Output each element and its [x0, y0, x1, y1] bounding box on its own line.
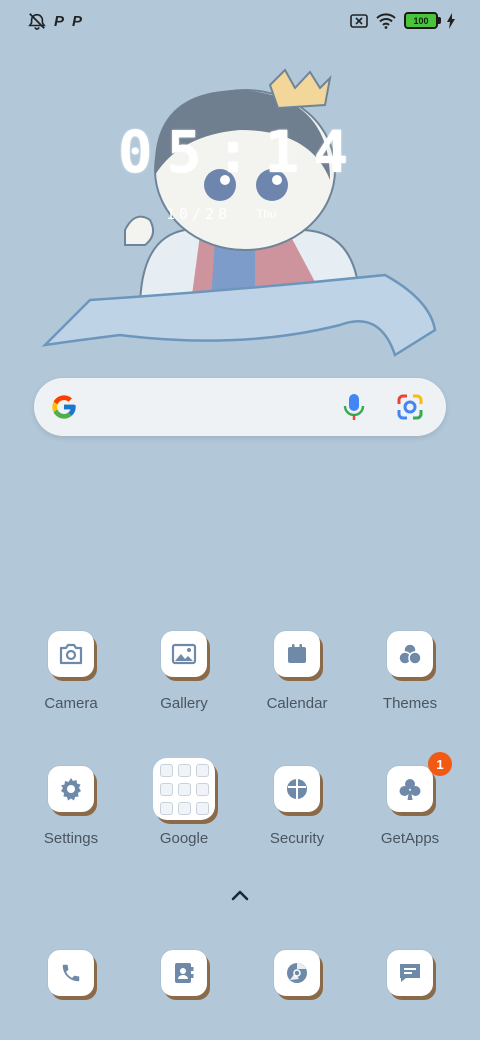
dock-phone[interactable] [21, 950, 121, 996]
browser-icon [287, 963, 307, 983]
app-label: Themes [382, 695, 438, 712]
clock-date: 10/28 [166, 205, 232, 223]
microphone-icon[interactable] [340, 392, 368, 422]
themes-tile[interactable] [387, 631, 433, 677]
folder-icon[interactable] [153, 758, 215, 820]
alarm-off-icon [28, 13, 46, 30]
phone-icon [62, 964, 80, 982]
google-logo-icon [52, 395, 76, 419]
app-label: Calendar [266, 695, 328, 712]
browser-tile[interactable] [274, 950, 320, 996]
shield-icon [287, 779, 307, 799]
messages-icon [400, 964, 420, 982]
contacts-icon [175, 963, 194, 983]
folder-app-icon [160, 801, 173, 815]
getapps-tile[interactable] [387, 766, 433, 812]
google-lens-icon[interactable] [396, 393, 424, 421]
folder-app-icon [178, 782, 191, 796]
folder-app-icon [196, 763, 209, 777]
google-search-bar[interactable] [34, 378, 446, 436]
folder-app-icon [160, 763, 173, 777]
app-settings[interactable]: Settings [21, 766, 121, 847]
status-left: P P [28, 12, 82, 30]
app-security[interactable]: Security [247, 766, 347, 847]
battery-indicator: 100 [404, 12, 441, 29]
clock-time[interactable]: 05:14 [0, 118, 480, 186]
dock-contacts[interactable] [134, 950, 234, 996]
folder-app-icon [196, 782, 209, 796]
app-camera[interactable]: Camera [21, 631, 121, 712]
app-gallery[interactable]: Gallery [134, 631, 234, 712]
gallery-icon [171, 643, 197, 665]
app-label: Settings [43, 830, 99, 847]
p-notification-icon: P [72, 12, 83, 30]
app-label: Security [269, 830, 325, 847]
chevron-up-icon[interactable] [228, 884, 252, 908]
p-notification-icon: P [54, 12, 65, 30]
security-tile[interactable] [274, 766, 320, 812]
clock-day: Thu [256, 207, 277, 221]
wallpaper-illustration [41, 68, 437, 357]
calendar-tile[interactable] [274, 631, 320, 677]
app-label: GetApps [380, 830, 440, 847]
status-bar: P P 100 [0, 0, 480, 42]
status-right: 100 [350, 12, 456, 29]
app-calendar[interactable]: Calendar [247, 631, 347, 712]
app-getapps[interactable]: 1 GetApps [360, 752, 460, 847]
folder-app-icon [196, 801, 209, 815]
notification-badge: 1 [428, 752, 452, 776]
gear-icon [61, 778, 81, 801]
camera-icon [59, 643, 83, 665]
app-label: Camera [44, 695, 98, 712]
folder-app-icon [178, 801, 191, 815]
phone-tile[interactable] [48, 950, 94, 996]
app-themes[interactable]: Themes [360, 631, 460, 712]
calendar-icon [288, 644, 306, 663]
dock-browser[interactable] [247, 950, 347, 996]
contacts-tile[interactable] [161, 950, 207, 996]
camera-tile[interactable] [48, 631, 94, 677]
messages-tile[interactable] [387, 950, 433, 996]
charging-icon [447, 12, 455, 29]
app-google-folder[interactable]: Google [134, 758, 234, 847]
dock-messages[interactable] [360, 950, 460, 996]
club-icon [399, 779, 421, 800]
sim-off-icon [350, 13, 368, 28]
app-label: Gallery [160, 695, 208, 712]
gallery-tile[interactable] [161, 631, 207, 677]
settings-tile[interactable] [48, 766, 94, 812]
wifi-icon [376, 12, 396, 29]
folder-app-icon [178, 763, 191, 777]
app-label: Google [159, 830, 209, 847]
folder-app-icon [160, 782, 173, 796]
battery-level: 100 [413, 15, 429, 26]
themes-icon [398, 643, 422, 665]
